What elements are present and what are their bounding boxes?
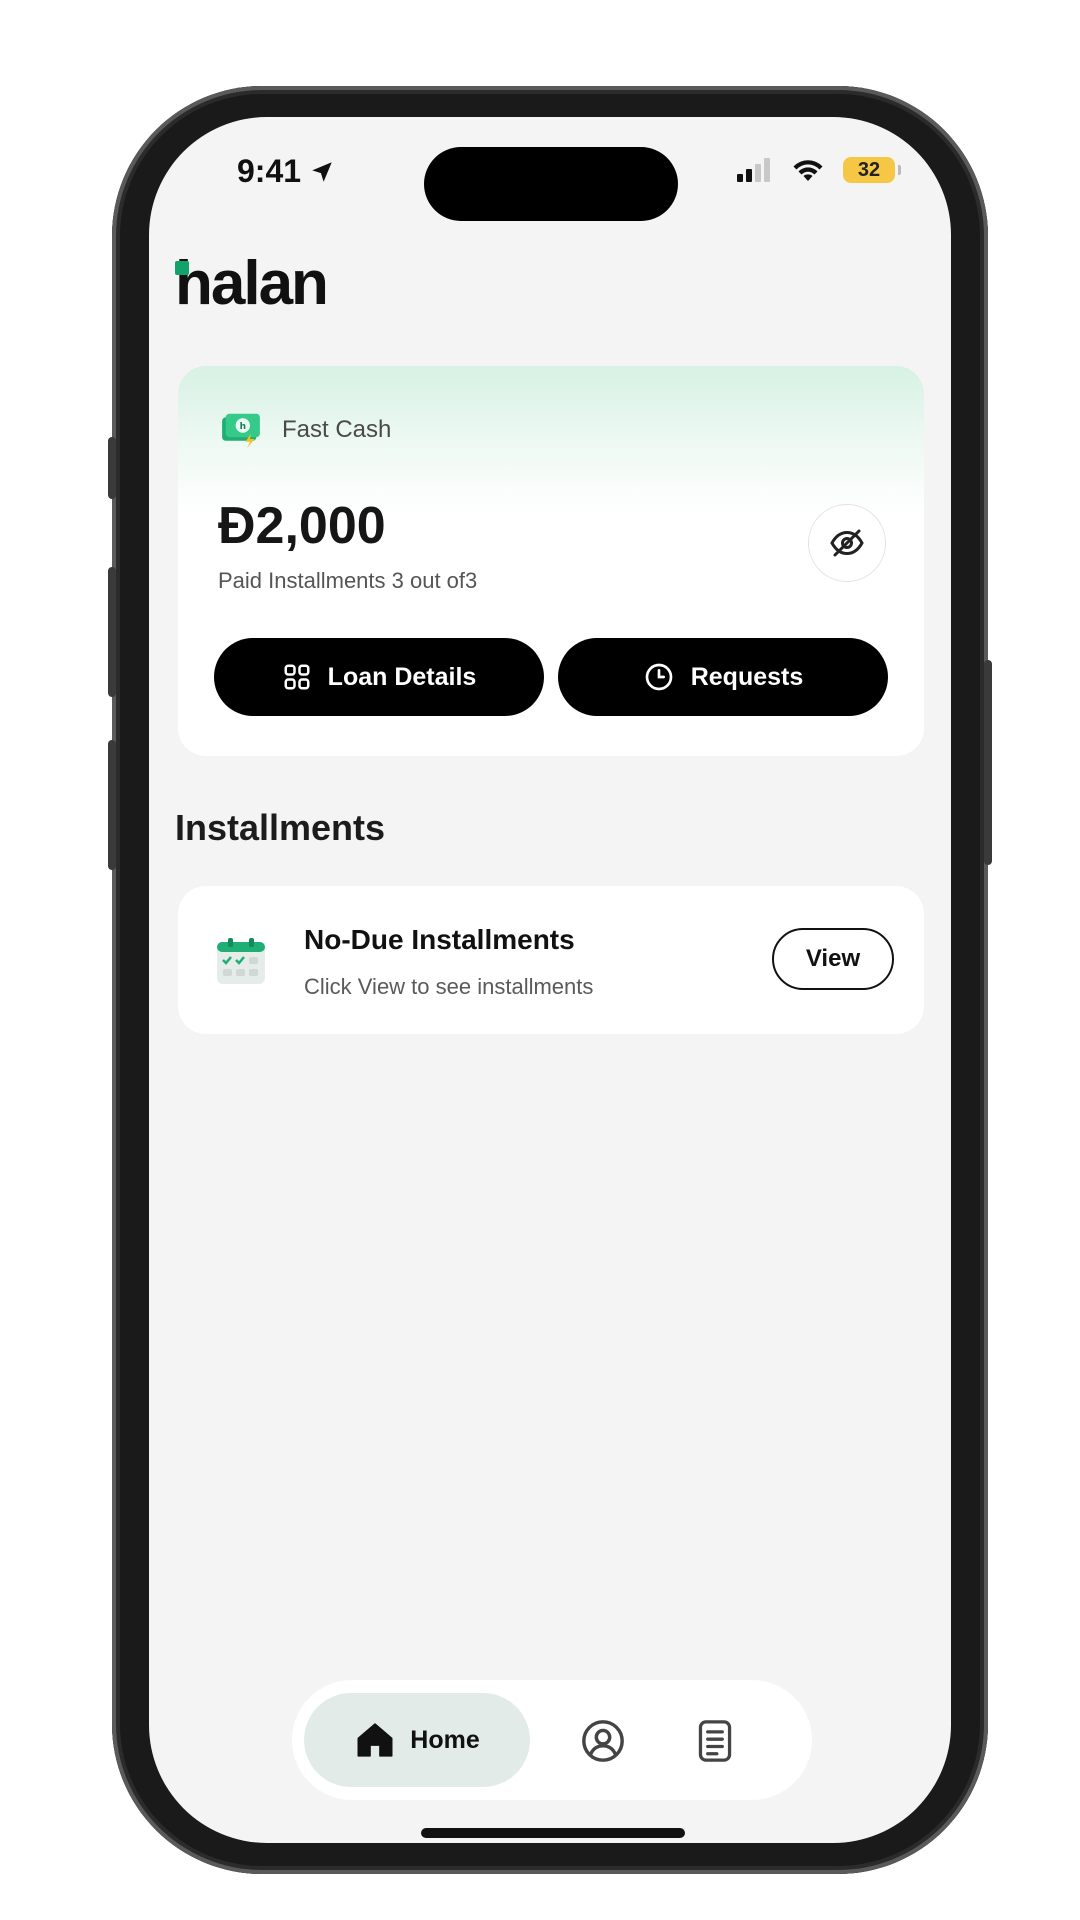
wifi-icon (793, 160, 823, 181)
loan-details-button[interactable]: Loan Details (214, 638, 544, 716)
cash-icon: h (222, 413, 260, 448)
battery-icon: 32 (843, 157, 901, 183)
app-logo: halan (175, 253, 329, 315)
product-row: h Fast Cash (218, 412, 391, 448)
product-name: Fast Cash (282, 416, 392, 443)
screen: 9:41 32 halan h Fast Cash Ð2,000 Paid In… (149, 117, 951, 1843)
status-time-label: 9:41 (237, 153, 302, 189)
installments-card-subtitle: Click View to see installments (304, 974, 594, 999)
status-time: 9:41 (237, 153, 335, 190)
no-due-installments-card: No-Due Installments Click View to see in… (178, 886, 924, 1034)
profile-icon (582, 1720, 624, 1762)
paid-installments-text: Paid Installments 3 out of3 (218, 568, 478, 593)
installments-card-title: No-Due Installments (304, 924, 575, 955)
bottom-nav: Home (292, 1680, 812, 1800)
side-button-silent (108, 437, 116, 499)
nav-home-label: Home (410, 1725, 480, 1754)
hide-balance-button[interactable] (808, 504, 886, 582)
side-button-volume-up (108, 567, 116, 697)
side-button-volume-down (108, 740, 116, 870)
svg-text:h: h (240, 422, 246, 432)
side-button-power (984, 660, 992, 865)
loan-amount: Ð2,000 (218, 497, 386, 555)
home-indicator (421, 1828, 685, 1838)
nav-profile-tab[interactable] (580, 1718, 626, 1764)
dynamic-island (424, 147, 678, 221)
view-installments-button[interactable]: View (772, 928, 894, 990)
logo-accent (175, 261, 189, 275)
loan-card: h Fast Cash Ð2,000 Paid Installments 3 o… (178, 366, 924, 756)
eye-off-icon (830, 529, 864, 557)
status-icons: 32 (737, 157, 901, 183)
nav-home-tab[interactable]: Home (304, 1693, 530, 1787)
clock-icon (645, 663, 673, 691)
requests-label: Requests (690, 662, 804, 691)
grid-icon (284, 664, 310, 690)
requests-button[interactable]: Requests (558, 638, 888, 716)
calendar-check-icon (217, 938, 265, 984)
battery-level: 32 (857, 158, 881, 181)
location-arrow-icon (312, 161, 332, 182)
loan-details-label: Loan Details (327, 662, 477, 691)
nav-documents-tab[interactable] (692, 1718, 738, 1764)
document-icon (698, 1720, 732, 1762)
section-title-installments: Installments (175, 807, 386, 848)
signal-icon (737, 158, 770, 182)
app-logo-text: halan (175, 249, 329, 318)
home-icon (357, 1723, 393, 1757)
